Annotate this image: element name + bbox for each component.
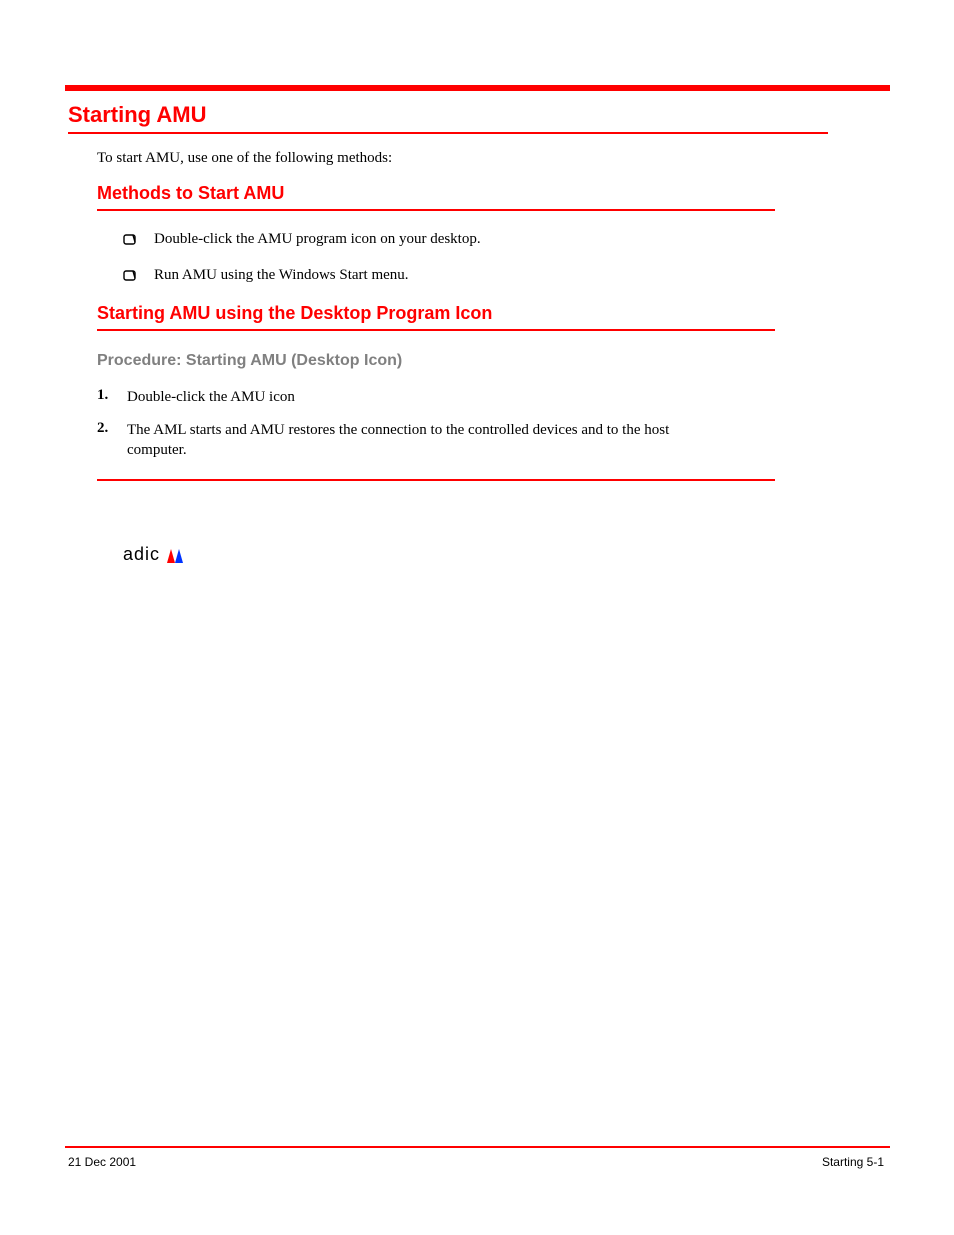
- section-heading-methods: Methods to Start AMU: [97, 183, 284, 204]
- bullet-text-2: Run AMU using the Windows Start menu.: [154, 267, 409, 284]
- step-text-1: Double-click the AMU icon: [127, 387, 727, 407]
- brand-logo: adic: [123, 544, 188, 565]
- footer-rule: [65, 1146, 890, 1148]
- step-number-2: 2.: [97, 420, 127, 461]
- bullet-icon: [123, 234, 136, 245]
- brand-logo-icon: [164, 546, 188, 564]
- section-heading-desktop-icon: Starting AMU using the Desktop Program I…: [97, 303, 492, 324]
- page-title: Starting AMU: [68, 102, 207, 128]
- section-rule-1: [97, 209, 775, 211]
- bullet-item-2: Run AMU using the Windows Start menu.: [123, 267, 409, 284]
- section-rule-2: [97, 329, 775, 331]
- step-text-2: The AML starts and AMU restores the conn…: [127, 420, 727, 461]
- step-2: 2. The AML starts and AMU restores the c…: [97, 420, 727, 461]
- step-number-1: 1.: [97, 387, 127, 407]
- bullet-text-1: Double-click the AMU program icon on you…: [154, 231, 481, 248]
- footer-date: 21 Dec 2001: [68, 1155, 136, 1169]
- footer-page-label: Starting 5-1: [822, 1155, 884, 1169]
- bullet-item-1: Double-click the AMU program icon on you…: [123, 231, 481, 248]
- title-rule: [68, 132, 828, 134]
- intro-text: To start AMU, use one of the following m…: [97, 150, 392, 167]
- page-root: Starting AMU To start AMU, use one of th…: [0, 0, 954, 1235]
- bullet-icon: [123, 270, 136, 281]
- brand-logo-text: adic: [123, 544, 160, 565]
- step-1: 1. Double-click the AMU icon: [97, 387, 727, 407]
- procedure-title: Procedure: Starting AMU (Desktop Icon): [97, 352, 402, 370]
- top-rule: [65, 85, 890, 91]
- section-rule-3: [97, 479, 775, 481]
